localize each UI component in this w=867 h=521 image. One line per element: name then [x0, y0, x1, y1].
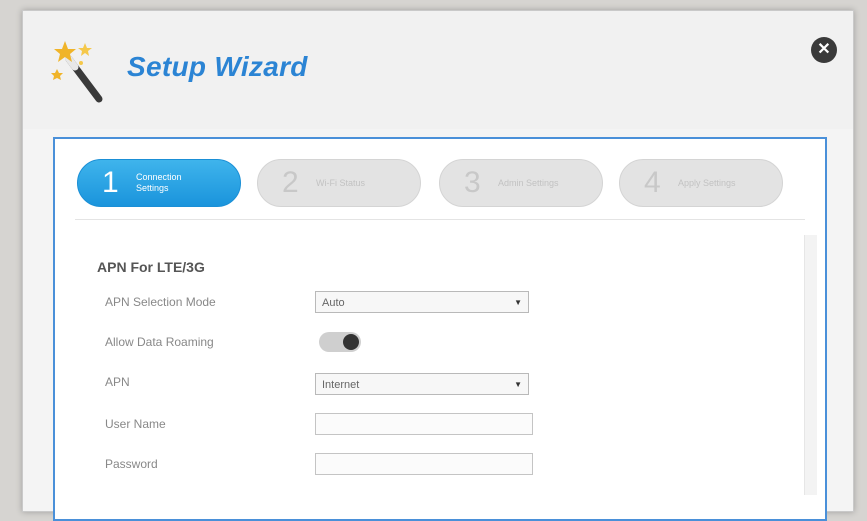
divider — [75, 219, 805, 220]
password-label: Password — [105, 457, 158, 471]
connection-form: APN For LTE/3G APN Selection Mode Auto ▼… — [75, 229, 805, 489]
step-apply-settings[interactable]: 4 Apply Settings — [619, 159, 783, 207]
step-label: Wi-Fi Status — [316, 177, 366, 188]
select-value: Auto — [322, 297, 345, 309]
apn-select[interactable]: Internet ▼ — [315, 373, 529, 395]
password-field[interactable] — [315, 453, 533, 475]
step-label: Admin Settings — [498, 177, 559, 188]
step-connection-settings[interactable]: 1 Connection Settings — [77, 159, 241, 207]
step-label: Connection Settings — [136, 172, 182, 193]
step-number: 2 — [282, 166, 299, 199]
dialog-header: Setup Wizard ✕ — [23, 11, 853, 129]
wizard-steps: 1 Connection Settings 2 Wi-Fi Status 3 A… — [77, 159, 797, 207]
step-admin-settings[interactable]: 3 Admin Settings — [439, 159, 603, 207]
user-name-field[interactable] — [315, 413, 533, 435]
dropdown-arrow-icon: ▼ — [514, 380, 522, 389]
setup-wizard-dialog: Setup Wizard ✕ 1 Connection Settings 2 W… — [22, 10, 854, 521]
allow-data-roaming-label: Allow Data Roaming — [105, 335, 214, 349]
section-title: APN For LTE/3G — [97, 259, 205, 275]
allow-data-roaming-toggle[interactable] — [319, 332, 361, 352]
step-wifi-status[interactable]: 2 Wi-Fi Status — [257, 159, 421, 207]
apn-selection-mode-label: APN Selection Mode — [105, 295, 216, 309]
wizard-panel: 1 Connection Settings 2 Wi-Fi Status 3 A… — [53, 137, 827, 521]
step-label: Apply Settings — [678, 177, 736, 188]
step-number: 4 — [644, 166, 661, 199]
step-number: 1 — [102, 166, 119, 199]
scrollbar[interactable] — [804, 235, 817, 495]
dialog-title: Setup Wizard — [127, 51, 308, 82]
apn-label: APN — [105, 375, 130, 389]
user-name-label: User Name — [105, 417, 166, 431]
magic-wand-icon — [51, 37, 111, 107]
toggle-knob — [343, 334, 359, 350]
apn-selection-mode-select[interactable]: Auto ▼ — [315, 291, 529, 313]
step-number: 3 — [464, 166, 481, 199]
select-value: Internet — [322, 379, 360, 391]
close-icon[interactable]: ✕ — [811, 37, 837, 63]
dropdown-arrow-icon: ▼ — [514, 298, 522, 307]
